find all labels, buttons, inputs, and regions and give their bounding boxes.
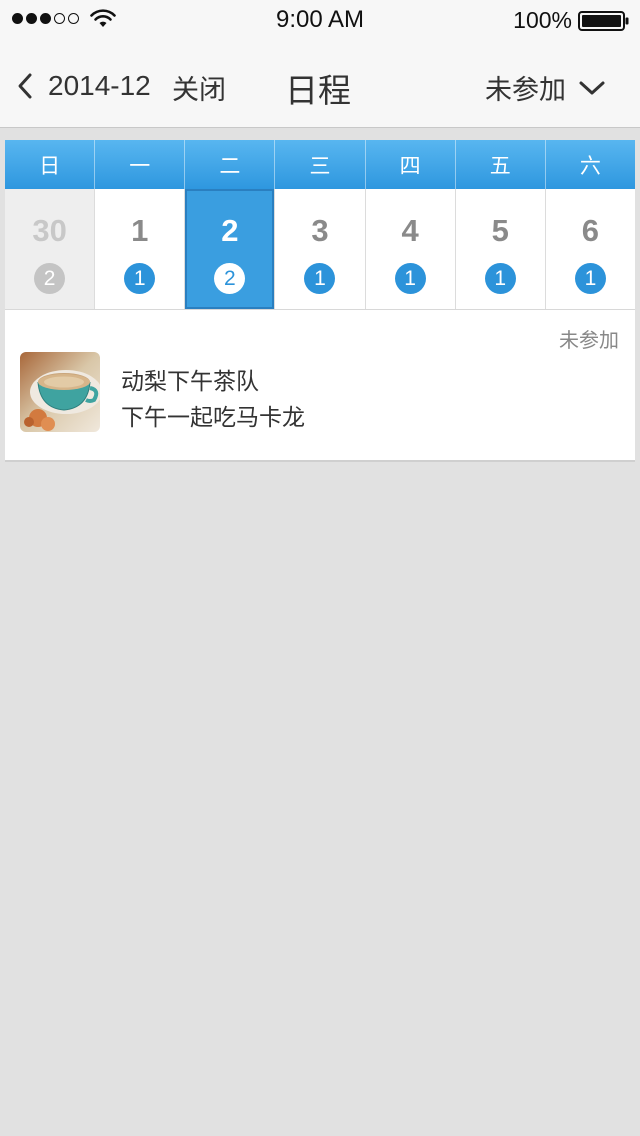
calendar-day[interactable]: 5 1 [454, 189, 545, 309]
event-status-label: 未参加 [559, 328, 619, 352]
day-number: 3 [311, 213, 329, 248]
weekday-wednesday: 三 [274, 140, 364, 189]
day-number: 2 [221, 213, 239, 248]
event-count-badge: 1 [394, 263, 426, 294]
event-count-badge: 1 [304, 263, 336, 294]
day-number: 6 [581, 213, 600, 248]
weekday-saturday: 六 [544, 140, 635, 189]
weekday-sunday: 日 [39, 153, 61, 178]
calendar-day[interactable]: 6 1 [544, 189, 635, 309]
weekday-tuesday: 二 [184, 140, 274, 189]
page-title: 日程 [285, 71, 351, 110]
event-count-badge: 1 [124, 263, 156, 294]
calendar-day-selected[interactable]: 2 2 [184, 189, 275, 309]
weekday-friday: 五 [454, 140, 545, 189]
weekday-thursday: 四 [364, 140, 455, 189]
close-button[interactable]: 关闭 [172, 68, 226, 107]
back-month-label: 2014-12 [48, 70, 151, 101]
chevron-down-icon [579, 81, 605, 94]
navigation-bar: 2014-12 关闭 日程 未参加 [0, 40, 640, 128]
calendar-day[interactable]: 30 2 [5, 189, 95, 309]
event-count-badge: 1 [484, 263, 516, 294]
weekday-monday: 一 [94, 140, 184, 189]
event-thumbnail-image [20, 352, 100, 432]
week-calendar: 日 一 二 三 四 五 六 30 2 1 1 2 2 3 1 4 1 5 1 6… [5, 140, 635, 310]
event-count-badge: 2 [34, 263, 66, 294]
calendar-day[interactable]: 3 1 [274, 189, 365, 309]
event-description: 下午一起吃马卡龙 [121, 405, 305, 431]
event-list-item[interactable]: 未参加 动梨下午茶队 下午一起吃马卡龙 [5, 310, 635, 462]
event-title: 动梨下午茶队 [121, 369, 259, 395]
calendar-day[interactable]: 1 1 [94, 189, 185, 309]
day-number: 5 [491, 213, 509, 248]
filter-label: 未参加 [485, 75, 566, 106]
date-row: 30 2 1 1 2 2 3 1 4 1 5 1 6 1 [5, 189, 635, 310]
day-number: 1 [131, 213, 149, 248]
weekday-header-row: 日 一 二 三 四 五 六 [5, 140, 635, 189]
day-number: 4 [401, 213, 419, 248]
back-button[interactable]: 2014-12 [14, 66, 151, 106]
attendance-filter-dropdown[interactable]: 未参加 [485, 68, 606, 107]
chevron-left-icon [18, 73, 32, 99]
calendar-day[interactable]: 4 1 [364, 189, 455, 309]
event-count-badge: 1 [574, 263, 606, 294]
battery-icon [578, 11, 629, 31]
battery-percentage: 100% [513, 7, 572, 33]
event-count-badge: 2 [214, 263, 246, 294]
status-bar: 9:00 AM 100% [0, 0, 640, 40]
day-number: 30 [32, 213, 67, 248]
